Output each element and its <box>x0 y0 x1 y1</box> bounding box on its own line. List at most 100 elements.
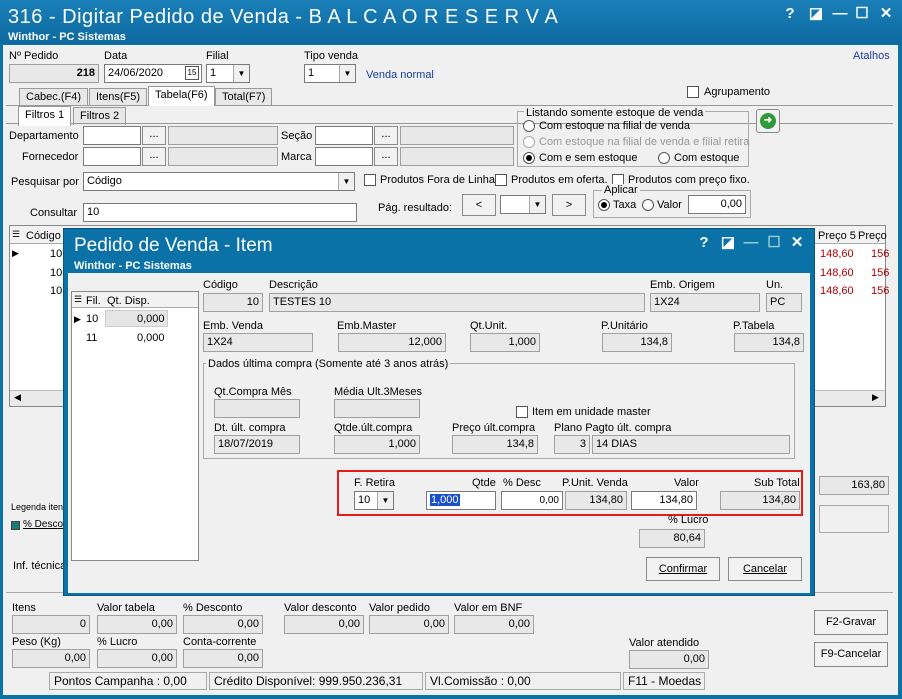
col-codigo[interactable]: Código <box>26 230 61 242</box>
status-pontos: Pontos Campanha : 0,00 <box>49 672 207 690</box>
dialog-client-area: ☰ Fil. Qt. Disp. ▶ 10 0,000 11 0,000 Cód… <box>68 273 810 593</box>
punit-label: P.Unit. Venda <box>562 477 628 489</box>
oferta-label: Produtos em oferta. <box>511 174 608 186</box>
cancelar-main-button[interactable]: F9-Cancelar <box>814 642 888 667</box>
col-preco[interactable]: Preço <box>858 230 887 242</box>
peso-label: Peso (Kg) <box>12 636 61 648</box>
agrupamento-label: Agrupamento <box>704 86 771 98</box>
table-row[interactable]: 10 <box>50 248 62 260</box>
prev-page-button[interactable]: < <box>462 194 496 216</box>
marca-search-button[interactable]: ... <box>374 147 398 166</box>
table-row[interactable]: 11 <box>86 332 97 344</box>
calendar-icon[interactable]: 15 <box>185 66 199 80</box>
table-row[interactable]: 10 <box>50 267 62 279</box>
subtab-filtros1[interactable]: Filtros 1 <box>18 106 72 126</box>
legend-title: Legenda iten <box>11 502 64 512</box>
dialog-close-button[interactable]: ✕ <box>787 233 807 253</box>
radio-taxa[interactable] <box>598 199 610 211</box>
tab-cabec[interactable]: Cabec.(F4) <box>19 88 89 106</box>
valor-item-input[interactable]: 134,80 <box>631 491 697 510</box>
minimize-button[interactable]: — <box>830 4 850 24</box>
legend-color-swatch <box>11 521 20 530</box>
radio-com-estoque[interactable] <box>658 152 670 164</box>
departamento-search-button[interactable]: ... <box>142 126 166 145</box>
lucro-label: % Lucro <box>97 636 138 648</box>
secao-desc <box>400 126 514 145</box>
table-cell: 0,000 <box>137 332 165 344</box>
radio-valor[interactable] <box>642 199 654 211</box>
close-button[interactable]: ✕ <box>876 4 896 24</box>
filial-select[interactable]: 1 ▼ <box>206 64 250 83</box>
chevron-down-icon: ▼ <box>338 173 354 190</box>
confirmar-button[interactable]: Confirmar <box>646 557 720 581</box>
descricao-label: Descrição <box>269 279 318 291</box>
radio-com-estoque-filial[interactable] <box>523 120 535 132</box>
scroll-right-icon[interactable]: ▶ <box>872 392 879 403</box>
gravar-button[interactable]: F2-Gravar <box>814 610 888 635</box>
grid-menu-icon[interactable]: ☰ <box>12 229 20 240</box>
col-preco5[interactable]: Preço 5 <box>818 230 856 242</box>
pesquisar-select[interactable]: Código ▼ <box>83 172 355 191</box>
oferta-checkbox[interactable] <box>495 174 507 186</box>
taxa-label: Taxa <box>613 199 637 211</box>
opt4-label: Com estoque <box>674 152 740 164</box>
departamento-label: Departamento <box>9 130 79 142</box>
dialog-help-button[interactable]: ? <box>694 233 714 253</box>
next-page-button[interactable]: > <box>552 194 586 216</box>
table-cell: 148,60 <box>820 267 854 279</box>
aplicar-group: Aplicar Taxa Valor 0,00 <box>593 184 751 218</box>
tipo-venda-desc: Venda normal <box>366 69 434 81</box>
qtde-label: Qtde <box>472 477 496 489</box>
fornecedor-code[interactable] <box>83 147 141 166</box>
plano-code-field: 3 <box>554 435 590 454</box>
tab-tabela[interactable]: Tabela(F6) <box>148 86 215 106</box>
grid-menu-icon[interactable]: ☰ <box>74 294 82 305</box>
emb-venda-field: 1X24 <box>203 333 313 352</box>
table-row[interactable]: 10 <box>50 285 62 297</box>
restore-icon[interactable]: ◪ <box>806 4 826 24</box>
tab-itens[interactable]: Itens(F5) <box>89 88 148 106</box>
codigo-field: 10 <box>203 293 263 312</box>
secao-search-button[interactable]: ... <box>374 126 398 145</box>
aplicar-value-input[interactable]: 0,00 <box>688 195 746 214</box>
dialog-maximize-button[interactable]: ☐ <box>764 233 784 253</box>
table-row[interactable]: 10 <box>86 313 98 325</box>
go-button[interactable]: ➜ <box>756 109 780 133</box>
help-button[interactable]: ? <box>780 4 800 24</box>
data-field[interactable]: 24/06/2020 15 <box>104 64 202 83</box>
tipo-venda-select[interactable]: 1 ▼ <box>304 64 356 83</box>
maximize-button[interactable]: ☐ <box>852 4 872 24</box>
pedido-label: Nº Pedido <box>9 50 59 62</box>
un-field: PC <box>766 293 802 312</box>
qtde-input[interactable]: 1,000 <box>426 491 496 510</box>
descricao-field: TESTES 10 <box>269 293 645 312</box>
radio-com-estoque-retira[interactable] <box>523 136 535 148</box>
f-retira-select[interactable]: 10 ▼ <box>354 491 394 510</box>
scroll-left-icon[interactable]: ◀ <box>14 392 21 403</box>
inf-tecnica-tab[interactable]: Inf. técnica <box>13 560 66 572</box>
radio-com-sem-estoque[interactable] <box>523 152 535 164</box>
page-select[interactable]: ▼ <box>500 195 546 214</box>
fornecedor-search-button[interactable]: ... <box>142 147 166 166</box>
fora-linha-checkbox[interactable] <box>364 174 376 186</box>
dialog-restore-icon[interactable]: ◪ <box>718 233 738 253</box>
consultar-input[interactable]: 10 <box>83 203 357 222</box>
dialog-minimize-button[interactable]: — <box>741 233 761 253</box>
status-moedas[interactable]: F11 - Moedas <box>623 672 705 690</box>
plano-desc-field: 14 DIAS <box>592 435 790 454</box>
item-master-label: Item em unidade master <box>532 406 651 418</box>
cancelar-dialog-button[interactable]: Cancelar <box>728 557 802 581</box>
marca-code[interactable] <box>315 147 373 166</box>
departamento-code[interactable] <box>83 126 141 145</box>
pdesc-input[interactable]: 0,00 <box>501 491 563 510</box>
tab-total[interactable]: Total(F7) <box>215 88 273 106</box>
valor-pedido-field: 0,00 <box>369 615 449 634</box>
p-unitario-field: 134,8 <box>602 333 672 352</box>
filial-stock-grid[interactable]: ☰ Fil. Qt. Disp. ▶ 10 0,000 11 0,000 <box>71 291 199 561</box>
qt-compra-mes-label: Qt.Compra Mês <box>214 386 292 398</box>
atalhos-link[interactable]: Atalhos <box>853 50 890 62</box>
item-master-checkbox[interactable] <box>516 406 528 418</box>
agrupamento-checkbox[interactable] <box>687 86 699 98</box>
codigo-label: Código <box>203 279 238 291</box>
secao-code[interactable] <box>315 126 373 145</box>
